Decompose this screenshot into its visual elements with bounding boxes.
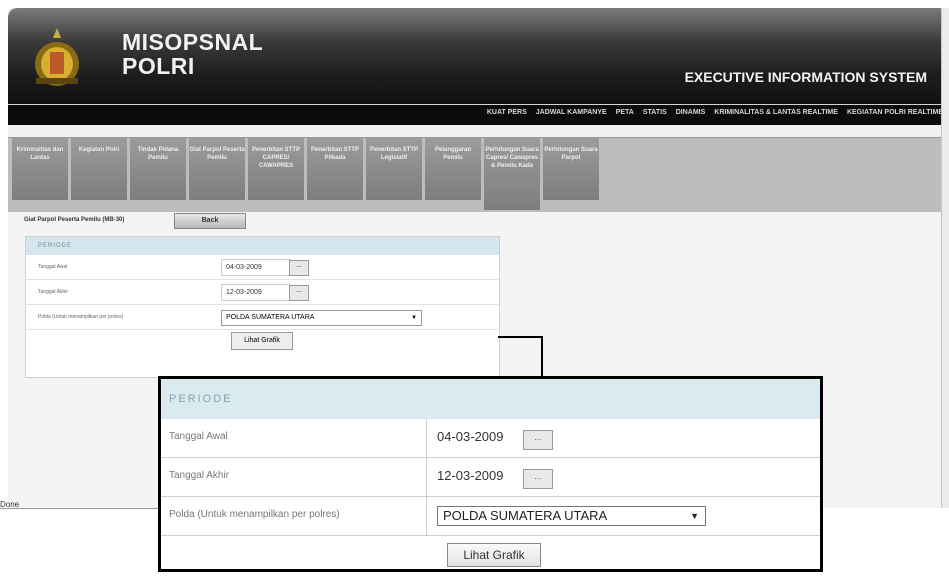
nav-kriminalitas-lantas-realtime[interactable]: KRIMINALITAS & LANTAS REALTIME	[714, 109, 838, 116]
police-emblem-logo	[35, 28, 79, 86]
nav-dinamis[interactable]: DINAMIS	[676, 109, 706, 116]
nav-jadwal-kampanye[interactable]: JADWAL KAMPANYE	[536, 109, 607, 116]
lihat-grafik-button[interactable]: Lihat Grafik	[231, 332, 293, 350]
nav-peta[interactable]: PETA	[616, 109, 634, 116]
tab-kriminalitas-lantas[interactable]: Kriminalitas dan Lantas	[12, 138, 68, 200]
tab-sttp-capres[interactable]: Penerbitan STTP CAPRES/ CAWAPRES	[248, 138, 304, 200]
status-divider	[0, 508, 158, 509]
nav-kegiatan-polri-realtime[interactable]: KEGIATAN POLRI REALTIME	[847, 109, 943, 116]
start-date-row: Tanggal Awal 04-03-2009 ...	[26, 255, 499, 280]
callout-connector-horizontal	[498, 336, 542, 338]
zoom-polda-select-value: POLDA SUMATERA UTARA	[443, 508, 608, 523]
polda-row: Polda (Untuk menampilkan per polres) POL…	[26, 305, 499, 330]
chevron-down-icon: ▼	[411, 315, 417, 321]
zoom-end-date-picker-button[interactable]: ...	[523, 469, 553, 489]
nav-statis[interactable]: STATIS	[643, 109, 667, 116]
end-date-picker-button[interactable]: ...	[289, 285, 309, 301]
page-title: Giat Parpol Peserta Pemilu (MB-30)	[24, 217, 125, 223]
start-date-label: Tanggal Awal	[38, 264, 68, 270]
header-banner: MISOPSNAL POLRI EXECUTIVE INFORMATION SY…	[8, 8, 949, 104]
period-form: PERIODE Tanggal Awal 04-03-2009 ... Tang…	[25, 236, 500, 378]
start-date-picker-button[interactable]: ...	[289, 260, 309, 276]
zoom-end-date-field[interactable]: 12-03-2009	[437, 468, 504, 483]
submit-row: Lihat Grafik	[26, 330, 499, 354]
tab-suara-parpol[interactable]: Perhitungan Suara Parpol	[543, 138, 599, 200]
tab-tindak-pidana-pemilu[interactable]: Tindak Pidana Pemilu	[130, 138, 186, 200]
module-tabs: Kriminalitas dan Lantas Kegiatan Polri T…	[8, 137, 949, 213]
vertical-scrollbar[interactable]	[941, 8, 949, 508]
zoom-end-date-label: Tanggal Akhir	[169, 470, 230, 481]
tab-kegiatan-polri[interactable]: Kegiatan Polri	[71, 138, 127, 200]
brand-line2: POLRI	[122, 53, 195, 79]
zoomed-form-callout: PERIODE Tanggal Awal 04-03-2009 ... Tang…	[158, 376, 823, 572]
back-button[interactable]: Back	[174, 213, 246, 229]
zoom-polda-select[interactable]: POLDA SUMATERA UTARA ▼	[437, 506, 706, 526]
tab-giat-parpol[interactable]: Giat Parpol Peserta Pemilu	[189, 138, 245, 200]
zoom-start-date-label: Tanggal Awal	[169, 431, 228, 442]
zoom-start-date-row: Tanggal Awal 04-03-2009 ...	[161, 419, 820, 458]
zoom-section-title: PERIODE	[161, 379, 820, 419]
end-date-label: Tanggal Akhir	[38, 289, 69, 295]
end-date-row: Tanggal Akhir 12-03-2009 ...	[26, 280, 499, 305]
zoom-polda-label: Polda (Untuk menampilkan per polres)	[169, 509, 340, 520]
zoom-lihat-grafik-button[interactable]: Lihat Grafik	[447, 543, 541, 567]
brand-line1: MISOPSNAL	[122, 29, 264, 55]
start-date-field[interactable]: 04-03-2009	[221, 259, 291, 276]
system-title: EXECUTIVE INFORMATION SYSTEM	[684, 69, 927, 85]
nav-kuat-pers[interactable]: KUAT PERS	[487, 109, 527, 116]
tab-sttp-pilkada[interactable]: Penerbitan STTP Pilkada	[307, 138, 363, 200]
zoom-divider	[426, 419, 427, 457]
tab-pelanggaran-pemilu[interactable]: Pelanggaran Pemilu	[425, 138, 481, 200]
zoom-divider	[426, 458, 427, 496]
tab-suara-capres[interactable]: Perhitungan Suara Capres/ Cawapres & Pem…	[484, 138, 540, 210]
zoom-divider	[426, 497, 427, 535]
top-navigation: KUAT PERS JADWAL KAMPANYE PETA STATIS DI…	[8, 105, 949, 125]
brand-title: MISOPSNAL POLRI	[122, 30, 263, 78]
polda-label: Polda (Untuk menampilkan per polres)	[38, 314, 124, 320]
zoom-submit-row: Lihat Grafik	[161, 536, 820, 571]
zoom-start-date-field[interactable]: 04-03-2009	[437, 429, 504, 444]
polda-select[interactable]: POLDA SUMATERA UTARA ▼	[221, 310, 422, 326]
end-date-field[interactable]: 12-03-2009	[221, 284, 291, 301]
zoom-start-date-picker-button[interactable]: ...	[523, 430, 553, 450]
chevron-down-icon: ▼	[690, 511, 699, 521]
zoom-end-date-row: Tanggal Akhir 12-03-2009 ...	[161, 458, 820, 497]
zoom-polda-row: Polda (Untuk menampilkan per polres) POL…	[161, 497, 820, 536]
tab-sttp-legislatif[interactable]: Penerbitan STTP Legislatif	[366, 138, 422, 200]
polda-select-value: POLDA SUMATERA UTARA	[226, 314, 315, 321]
form-section-title: PERIODE	[26, 237, 499, 255]
